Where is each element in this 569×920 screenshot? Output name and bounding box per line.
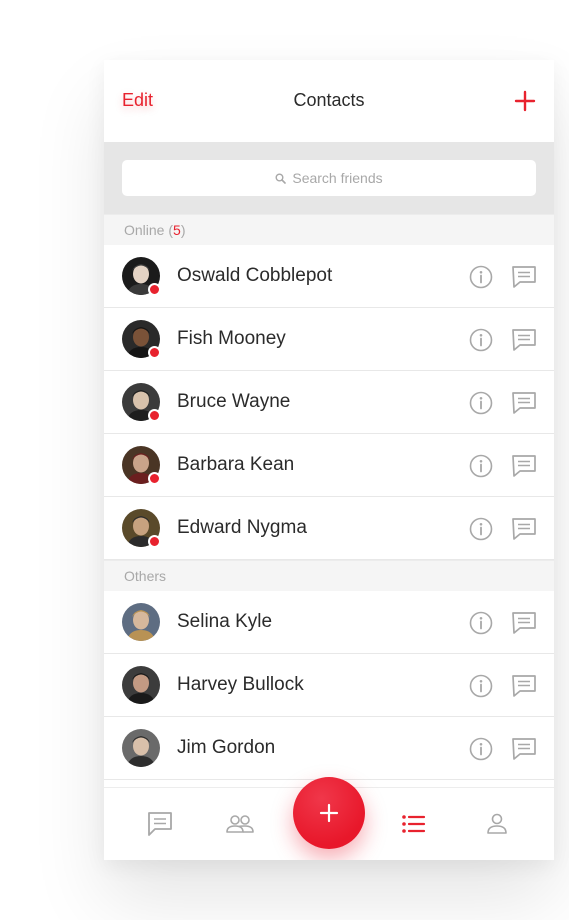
avatar	[122, 446, 161, 485]
message-icon[interactable]	[511, 611, 537, 635]
online-status-dot	[148, 409, 161, 422]
avatar	[122, 257, 161, 296]
message-icon[interactable]	[511, 674, 537, 698]
online-status-dot	[148, 346, 161, 359]
people-icon	[226, 815, 254, 833]
search-placeholder: Search friends	[292, 170, 383, 186]
profile-icon	[487, 813, 507, 834]
contact-row[interactable]: Fish Mooney	[104, 308, 554, 371]
contacts-screen: Edit Contacts Search friends Online (5) …	[104, 60, 554, 860]
plus-icon	[319, 803, 339, 823]
search-bar: Search friends	[104, 142, 554, 214]
message-icon[interactable]	[511, 328, 537, 352]
info-icon[interactable]	[469, 674, 493, 698]
online-status-dot	[148, 472, 161, 485]
tab-groups[interactable]	[225, 810, 255, 838]
add-contact-button[interactable]	[514, 90, 536, 112]
tab-contacts[interactable]	[398, 810, 428, 838]
others-section-header: Others	[104, 560, 554, 591]
online-section-header: Online (5)	[104, 214, 554, 245]
contact-name: Fish Mooney	[177, 328, 286, 349]
contact-row[interactable]: Jim Gordon	[104, 717, 554, 780]
online-count: 5	[173, 222, 181, 238]
message-icon[interactable]	[511, 517, 537, 541]
tab-profile[interactable]	[482, 810, 512, 838]
info-icon[interactable]	[469, 391, 493, 415]
info-icon[interactable]	[469, 328, 493, 352]
contact-name: Edward Nygma	[177, 517, 307, 538]
plus-icon	[514, 90, 536, 112]
avatar	[122, 729, 160, 767]
message-icon[interactable]	[511, 737, 537, 761]
online-label: Online	[124, 222, 165, 238]
others-label: Others	[124, 568, 167, 584]
contact-name: Selina Kyle	[177, 611, 273, 632]
message-icon[interactable]	[511, 454, 537, 478]
avatar	[122, 383, 161, 422]
nav-header: Edit Contacts	[104, 60, 554, 142]
online-count-close: )	[180, 222, 186, 238]
contact-row[interactable]: Selina Kyle	[104, 591, 554, 654]
message-icon[interactable]	[511, 391, 537, 415]
contact-row[interactable]: Bruce Wayne	[104, 371, 554, 434]
contact-row[interactable]: Harvey Bullock	[104, 654, 554, 717]
avatar	[122, 666, 160, 704]
contact-name: Barbara Kean	[177, 454, 295, 475]
online-status-dot	[148, 283, 161, 296]
page-title: Contacts	[293, 90, 365, 110]
info-icon[interactable]	[469, 454, 493, 478]
contact-name: Jim Gordon	[177, 737, 276, 758]
compose-fab-button[interactable]	[293, 777, 365, 849]
chat-icon	[148, 812, 172, 836]
contact-row[interactable]: Edward Nygma	[104, 497, 554, 560]
contact-row[interactable]: Oswald Cobblepot	[104, 245, 554, 308]
list-icon	[402, 815, 426, 833]
tab-chats[interactable]	[145, 810, 175, 838]
search-icon	[275, 173, 287, 184]
contact-name: Harvey Bullock	[177, 674, 304, 695]
avatar	[122, 320, 161, 359]
online-status-dot	[148, 535, 161, 548]
info-icon[interactable]	[469, 611, 493, 635]
contact-name: Bruce Wayne	[177, 391, 291, 412]
avatar	[122, 509, 161, 548]
avatar	[122, 603, 160, 641]
info-icon[interactable]	[469, 265, 493, 289]
message-icon[interactable]	[511, 265, 537, 289]
search-input[interactable]: Search friends	[122, 160, 536, 196]
info-icon[interactable]	[469, 737, 493, 761]
info-icon[interactable]	[469, 517, 493, 541]
contact-name: Oswald Cobblepot	[177, 265, 333, 286]
contact-row[interactable]: Barbara Kean	[104, 434, 554, 497]
